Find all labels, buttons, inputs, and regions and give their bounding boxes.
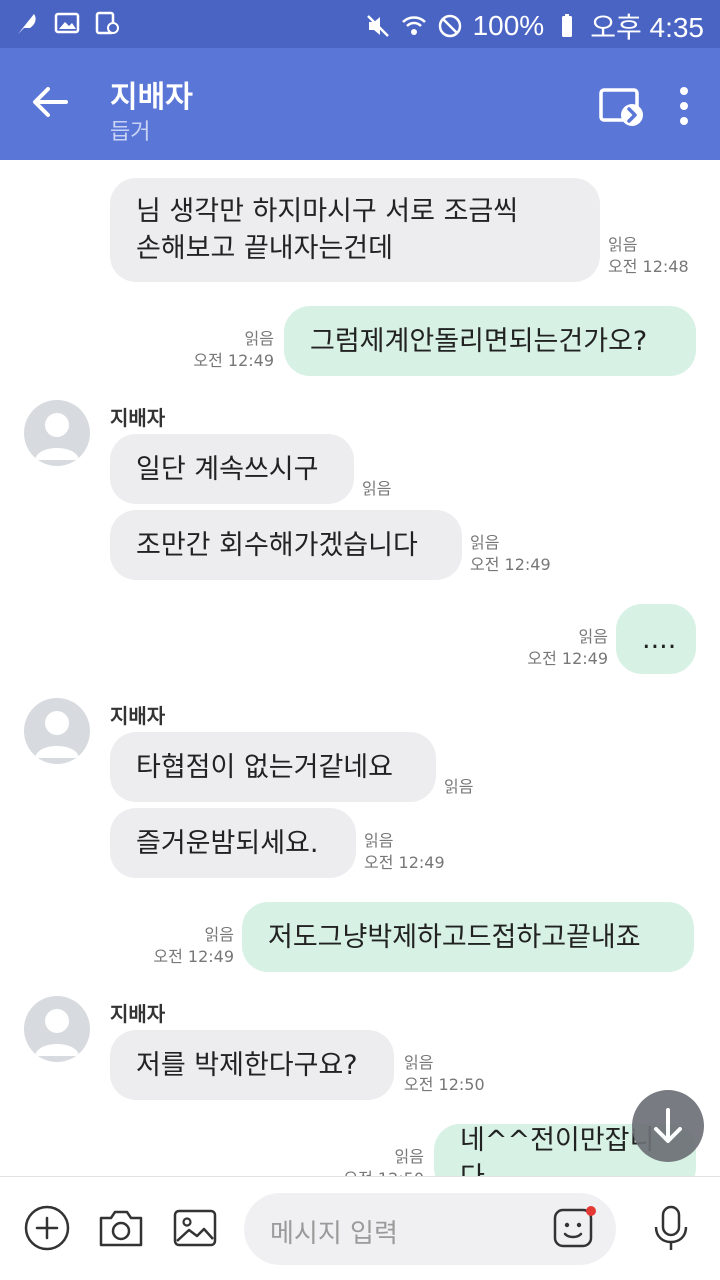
read-receipt: 읽음 (578, 627, 608, 646)
message-bubble-incoming[interactable]: 저를 박제한다구요? (110, 1030, 394, 1100)
person-icon (35, 413, 79, 460)
status-bar: 100% 오후 4:35 (0, 0, 720, 48)
message-meta: 읽음 오전 12:48 (608, 234, 689, 278)
message-time: 오전 12:49 (527, 649, 608, 668)
read-receipt: 읽음 (362, 479, 392, 498)
sender-name: 지배자 (110, 704, 166, 728)
camera-icon[interactable] (96, 1203, 146, 1253)
message-time: 오전 12:50 (340, 1168, 424, 1176)
battery-icon (562, 14, 573, 37)
person-icon (35, 1009, 79, 1056)
screen-time-icon (95, 11, 119, 35)
read-receipt: 읽음 (404, 1053, 434, 1072)
message-meta: 읽음 오전 12:50 (340, 1146, 424, 1176)
read-receipt: 읽음 (244, 329, 274, 348)
avatar[interactable] (24, 996, 90, 1062)
message-bubble-incoming[interactable]: 즐거운밤되세요. (110, 808, 356, 878)
read-receipt: 읽음 (444, 777, 474, 796)
no-signal-icon (438, 14, 461, 38)
read-receipt: 읽음 (608, 235, 638, 254)
clock: 오후 4:35 (590, 12, 704, 43)
plus-icon[interactable] (22, 1203, 72, 1253)
message-bubble-incoming[interactable]: 님 생각만 하지마시구 서로 조금씩 손해보고 끝내자는건데 (110, 178, 600, 282)
battery-percent: 100% (472, 10, 545, 41)
chat-header: 지배자 듭거 (0, 48, 720, 160)
read-receipt: 읽음 (204, 925, 234, 944)
gallery-icon[interactable] (170, 1203, 220, 1253)
scroll-to-bottom-button[interactable] (632, 1090, 704, 1162)
arrow-down-icon (654, 1108, 682, 1143)
emoji-icon[interactable] (550, 1203, 600, 1253)
mute-icon (366, 15, 389, 37)
message-bubble-incoming[interactable]: 조만간 회수해가겠습니다 (110, 510, 462, 580)
arrow-left-icon[interactable] (26, 78, 74, 126)
message-time: 오전 12:48 (608, 257, 689, 276)
message-meta: 읽음 오전 12:49 (524, 626, 608, 670)
message-time: 오전 12:49 (153, 947, 234, 966)
sender-name: 지배자 (110, 1002, 166, 1026)
message-bubble-outgoing[interactable]: 그럼제계안돌리면되는건가오? (284, 306, 696, 376)
message-bubble-incoming[interactable]: 일단 계속쓰시구 (110, 434, 354, 504)
avatar[interactable] (24, 400, 90, 466)
feather-icon (18, 14, 36, 34)
message-meta: 읽음 오전 12:49 (150, 924, 234, 968)
message-bubble-incoming[interactable]: 타협점이 없는거같네요 (110, 732, 436, 802)
message-time: 오전 12:49 (364, 853, 445, 872)
more-vert-icon[interactable] (660, 82, 708, 130)
read-receipt: 읽음 (364, 831, 394, 850)
message-bubble-outgoing[interactable]: 저도그냥박제하고드접하고끝내죠 (242, 902, 694, 972)
person-icon (35, 711, 79, 758)
message-meta: 읽음 오전 12:49 (190, 328, 274, 372)
video-call-icon[interactable] (598, 82, 646, 130)
image-icon (54, 12, 80, 34)
microphone-icon[interactable] (646, 1203, 696, 1253)
wifi-icon (401, 16, 426, 35)
message-time: 오전 12:49 (193, 351, 274, 370)
message-meta: 읽음 오전 12:50 (404, 1052, 485, 1096)
message-input[interactable]: 메시지 입력 (244, 1193, 616, 1265)
message-time: 오전 12:49 (470, 555, 551, 574)
read-receipt: 읽음 (470, 533, 500, 552)
message-input-bar: 메시지 입력 (0, 1176, 720, 1280)
message-meta: 읽음 오전 12:49 (470, 532, 551, 576)
chat-subtitle: 듭거 (110, 120, 151, 145)
avatar[interactable] (24, 698, 90, 764)
message-list[interactable]: 님 생각만 하지마시구 서로 조금씩 손해보고 끝내자는건데 읽음 오전 12:… (0, 160, 720, 1176)
message-time: 오전 12:50 (404, 1075, 485, 1094)
chat-title: 지배자 (110, 80, 193, 115)
message-meta: 읽음 오전 12:49 (364, 830, 445, 874)
sender-name: 지배자 (110, 406, 166, 430)
message-input-placeholder: 메시지 입력 (270, 1219, 398, 1249)
read-receipt: 읽음 (394, 1147, 424, 1166)
message-bubble-outgoing[interactable]: .... (616, 604, 696, 674)
